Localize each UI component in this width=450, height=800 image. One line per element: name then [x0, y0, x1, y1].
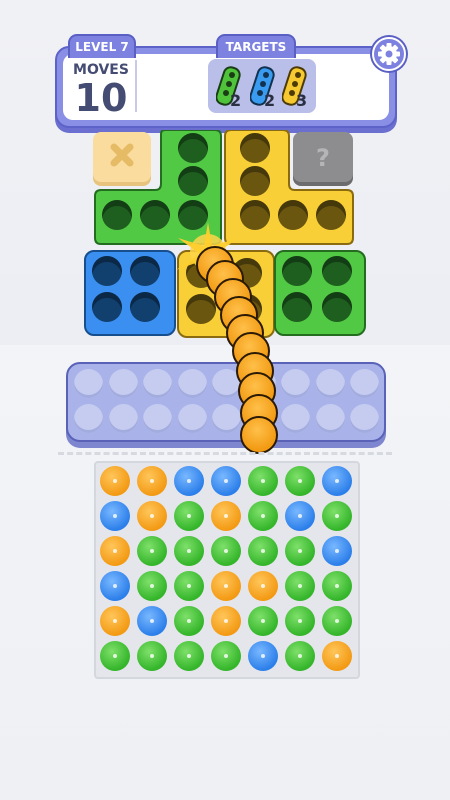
hud-panel-inner: MOVES 10 2 2 3 — [63, 54, 389, 120]
ball-green[interactable] — [174, 501, 204, 531]
ball-blue[interactable] — [100, 501, 130, 531]
worm-segment — [240, 416, 278, 454]
tray-slot — [74, 369, 103, 398]
ball-orange[interactable] — [211, 501, 241, 531]
piece-hole — [140, 200, 170, 230]
ball-orange[interactable] — [248, 571, 278, 601]
ball-orange[interactable] — [100, 606, 130, 636]
ball-green[interactable] — [137, 641, 167, 671]
piece-hole — [316, 200, 346, 230]
target-blue-count: 2 — [264, 91, 276, 110]
targets-box: 2 2 3 — [208, 59, 316, 113]
holding-tray — [66, 362, 386, 442]
ball-orange[interactable] — [211, 606, 241, 636]
ball-blue[interactable] — [248, 641, 278, 671]
ball-blue[interactable] — [322, 466, 352, 496]
ball-green[interactable] — [285, 536, 315, 566]
ball-green[interactable] — [248, 466, 278, 496]
gear-icon — [378, 43, 400, 65]
tray-slot — [177, 404, 207, 433]
piece-hole — [282, 256, 312, 286]
tray-slot — [350, 404, 379, 433]
ball-green[interactable] — [248, 536, 278, 566]
ball-orange[interactable] — [211, 571, 241, 601]
tray-slot — [143, 369, 172, 398]
piece-hole — [102, 200, 132, 230]
ball-blue[interactable] — [211, 466, 241, 496]
piece-hole — [92, 292, 122, 322]
ball-green[interactable] — [174, 571, 204, 601]
ball-green[interactable] — [137, 536, 167, 566]
ball-green[interactable] — [322, 606, 352, 636]
piece-hole — [240, 133, 270, 163]
ball-green[interactable] — [137, 571, 167, 601]
tray-slot — [108, 369, 138, 398]
tray-slot — [74, 404, 103, 433]
ball-green[interactable] — [285, 571, 315, 601]
ball-blue[interactable] — [322, 536, 352, 566]
ball-green[interactable] — [174, 606, 204, 636]
ball-blue[interactable] — [100, 571, 130, 601]
dashed-divider — [58, 452, 392, 455]
ball-orange[interactable] — [100, 536, 130, 566]
piece-hole — [322, 292, 352, 322]
ball-green[interactable] — [285, 606, 315, 636]
piece-hole — [186, 294, 216, 324]
targets-label: TARGETS — [216, 34, 296, 58]
ball-orange[interactable] — [322, 641, 352, 671]
level-label: LEVEL 7 — [68, 34, 136, 58]
tray-slot — [108, 404, 138, 433]
hud-panel: MOVES 10 2 2 3 — [55, 46, 397, 128]
tray-slot — [315, 404, 345, 433]
tray-slot — [281, 404, 310, 433]
tray-slot — [177, 369, 207, 398]
ball-green[interactable] — [174, 641, 204, 671]
settings-button[interactable] — [372, 37, 406, 71]
hud-divider — [135, 60, 137, 112]
ball-green[interactable] — [100, 641, 130, 671]
ball-blue[interactable] — [285, 501, 315, 531]
tray-slot — [281, 369, 310, 398]
target-green-count: 2 — [230, 91, 242, 110]
ball-green[interactable] — [322, 571, 352, 601]
piece-hole — [178, 166, 208, 196]
tray-slot — [212, 404, 241, 433]
ball-green[interactable] — [211, 641, 241, 671]
piece-hole — [240, 166, 270, 196]
ball-grid — [94, 461, 360, 679]
tray-slot — [315, 369, 345, 398]
ball-orange[interactable] — [137, 466, 167, 496]
ball-blue[interactable] — [174, 466, 204, 496]
ball-green[interactable] — [248, 501, 278, 531]
piece-hole — [130, 256, 160, 286]
ball-green[interactable] — [285, 641, 315, 671]
ball-green[interactable] — [322, 501, 352, 531]
ball-green[interactable] — [211, 536, 241, 566]
ball-orange[interactable] — [100, 466, 130, 496]
ball-green[interactable] — [248, 606, 278, 636]
ball-green[interactable] — [285, 466, 315, 496]
moves-counter: 10 — [74, 76, 128, 120]
piece-hole — [92, 256, 122, 286]
tray-slot — [143, 404, 172, 433]
piece-hole — [278, 200, 308, 230]
piece-hole — [130, 292, 160, 322]
tray-slot — [350, 369, 379, 398]
piece-hole — [178, 133, 208, 163]
piece-hole — [322, 256, 352, 286]
ball-orange[interactable] — [137, 501, 167, 531]
ball-green[interactable] — [174, 536, 204, 566]
piece-hole — [282, 292, 312, 322]
target-yellow-count: 3 — [296, 91, 308, 110]
ball-blue[interactable] — [137, 606, 167, 636]
